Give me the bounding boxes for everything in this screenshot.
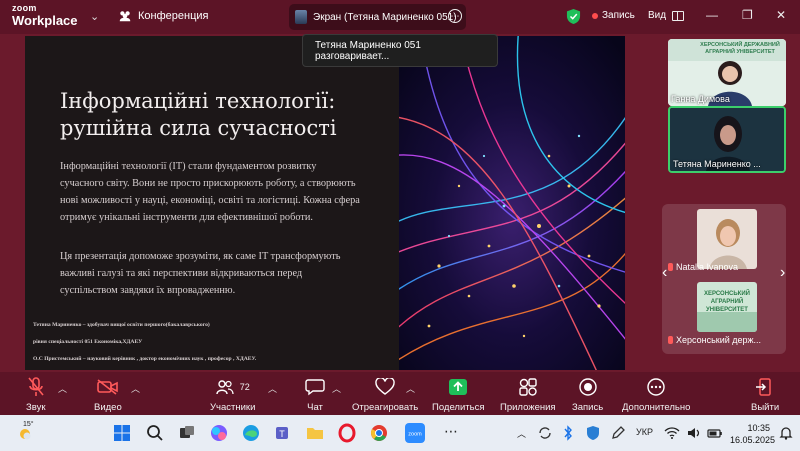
- minimize-icon[interactable]: —: [706, 8, 718, 22]
- battery-icon[interactable]: [707, 425, 723, 441]
- university-banner: ХЕРСОНСЬКИЙ АГРАРНИЙ УНІВЕРСИТЕТ: [704, 291, 750, 313]
- chat-button[interactable]: Чат: [305, 376, 325, 413]
- input-language[interactable]: УКР: [636, 427, 653, 437]
- heart-icon: [375, 378, 395, 395]
- meeting-toolbar: Звук ︿ Видео ︿ 72 Участники ︿ Чат ︿ Отре…: [0, 372, 800, 415]
- chevron-left-icon[interactable]: ‹: [662, 264, 667, 282]
- meeting-label: Конференция: [138, 10, 209, 22]
- os-taskbar: 15° T zoom ⋯ ︿ УКР 10:35 16.05.2025: [0, 415, 800, 451]
- system-clock[interactable]: 10:35 16.05.2025: [730, 422, 775, 446]
- slide-footer-line: О.С Пристемський – науковий керівник , д…: [33, 356, 257, 362]
- participants-count: 72: [239, 382, 250, 392]
- participant-name: Ганна Димова: [671, 94, 730, 104]
- chevron-up-icon[interactable]: ︿: [517, 427, 526, 440]
- zoom-logo: zoom Workplace: [12, 3, 78, 28]
- slide-footer-line: рівня спеціальності 051 Економіка,ХДАЕУ: [33, 339, 143, 345]
- more-button[interactable]: Дополнительно: [622, 376, 690, 413]
- chevron-down-icon[interactable]: ⌄: [90, 10, 99, 23]
- close-icon[interactable]: ✕: [776, 8, 786, 22]
- chevron-up-icon[interactable]: ︿: [131, 382, 140, 395]
- gallery-video-tile[interactable]: [697, 209, 757, 269]
- video-off-icon: [97, 379, 118, 395]
- leave-icon: [756, 378, 771, 396]
- teams-icon[interactable]: T: [273, 423, 293, 443]
- slide-paragraph-1: Інформаційні технології (IT) стали фунда…: [60, 161, 360, 223]
- network-art-image: [399, 36, 625, 370]
- shield-icon[interactable]: [566, 8, 581, 25]
- pen-icon[interactable]: [610, 425, 626, 441]
- weather-temperature: 15°: [23, 421, 34, 428]
- video-tile[interactable]: ХЕРСОНСЬКИЙ ДЕРЖАВНИЙ АГРАРНИЙ УНІВЕРСИТ…: [668, 39, 786, 106]
- audio-button[interactable]: Звук: [26, 376, 45, 413]
- notification-bell-icon[interactable]: [778, 425, 794, 441]
- mic-muted-icon: [28, 377, 44, 396]
- record-button[interactable]: Запись: [572, 376, 603, 413]
- record-icon: [578, 378, 597, 396]
- gallery-participant-name: Natalia Ivanova: [668, 262, 738, 272]
- chrome-icon[interactable]: [369, 423, 389, 443]
- screen-share-indicator[interactable]: Экран (Тетяна Мариненко 051): [289, 4, 466, 30]
- slide-footer-line: Тетяна Мариненко – здобувач вищої освіти…: [33, 322, 210, 328]
- share-screen-button[interactable]: Поделиться: [432, 376, 484, 413]
- opera-icon[interactable]: [337, 423, 357, 443]
- chevron-up-icon[interactable]: ︿: [58, 382, 67, 395]
- file-explorer-icon[interactable]: [305, 423, 325, 443]
- participant-video: [697, 209, 757, 269]
- apps-button[interactable]: Приложения: [500, 376, 556, 413]
- more-apps-icon[interactable]: ⋯: [444, 423, 458, 440]
- search-icon[interactable]: [145, 423, 165, 443]
- presenter-avatar: [295, 10, 307, 24]
- leave-button[interactable]: Выйти: [751, 376, 779, 413]
- share-screen-icon: [449, 379, 468, 395]
- university-banner: ХЕРСОНСЬКИЙ ДЕРЖАВНИЙ АГРАРНИЙ УНІВЕРСИТ…: [700, 42, 780, 55]
- meeting-info-button[interactable]: Конференция: [118, 9, 208, 23]
- copilot-icon[interactable]: [209, 423, 229, 443]
- apps-icon: [519, 378, 537, 396]
- people-icon: [119, 11, 131, 22]
- sync-icon[interactable]: [537, 425, 553, 441]
- screen-share-label: Экран (Тетяна Мариненко 051): [313, 11, 457, 23]
- task-view-icon[interactable]: [177, 423, 197, 443]
- svg-text:zoom: zoom: [408, 432, 422, 438]
- bluetooth-icon[interactable]: [562, 425, 574, 441]
- view-button[interactable]: Вид: [648, 10, 685, 21]
- recording-indicator[interactable]: Запись: [592, 10, 635, 21]
- more-icon: [647, 378, 665, 396]
- wifi-icon[interactable]: [664, 425, 680, 441]
- people-icon: [215, 380, 234, 395]
- view-grid-icon: [672, 10, 685, 21]
- gallery-participant-name: Херсонський держ...: [668, 335, 761, 345]
- video-button[interactable]: Видео: [94, 376, 122, 413]
- speaker-tooltip: Тетяна Мариненко 051 разговаривает...: [302, 34, 498, 67]
- participant-name: Тетяна Мариненко ...: [673, 159, 761, 169]
- security-icon[interactable]: [585, 425, 601, 441]
- participants-panel: ХЕРСОНСЬКИЙ ДЕРЖАВНИЙ АГРАРНИЙ УНІВЕРСИТ…: [642, 36, 800, 372]
- chevron-right-icon[interactable]: ›: [780, 264, 785, 282]
- chat-icon: [305, 379, 325, 396]
- title-bar: zoom Workplace ⌄ Конференция Экран (Тетя…: [0, 0, 800, 34]
- zoom-taskbar-icon[interactable]: zoom: [405, 423, 425, 443]
- video-tile-active-speaker[interactable]: Тетяна Мариненко ...: [668, 106, 786, 173]
- chevron-up-icon[interactable]: ︿: [332, 382, 341, 395]
- restore-icon[interactable]: ❐: [742, 8, 753, 22]
- more-options-icon[interactable]: ⋯: [448, 9, 462, 23]
- recording-dot-icon: [592, 12, 598, 19]
- slide-paragraph-2: Ця презентація допоможе зрозуміти, як са…: [60, 251, 341, 296]
- svg-text:T: T: [279, 429, 285, 439]
- chevron-up-icon[interactable]: ︿: [268, 382, 277, 395]
- windows-start-icon[interactable]: [112, 423, 132, 443]
- gallery-video-tile[interactable]: ХЕРСОНСЬКИЙ АГРАРНИЙ УНІВЕРСИТЕТ: [697, 282, 757, 332]
- muted-mic-icon: [668, 336, 673, 344]
- chevron-up-icon[interactable]: ︿: [406, 382, 415, 395]
- muted-mic-icon: [668, 263, 673, 271]
- edge-browser-icon[interactable]: [241, 423, 261, 443]
- slide-title: Інформаційні технології: рушійна сила су…: [60, 89, 337, 140]
- shared-screen: Інформаційні технології: рушійна сила су…: [25, 36, 625, 370]
- volume-icon[interactable]: [686, 425, 702, 441]
- participants-button[interactable]: 72 Участники: [210, 376, 255, 413]
